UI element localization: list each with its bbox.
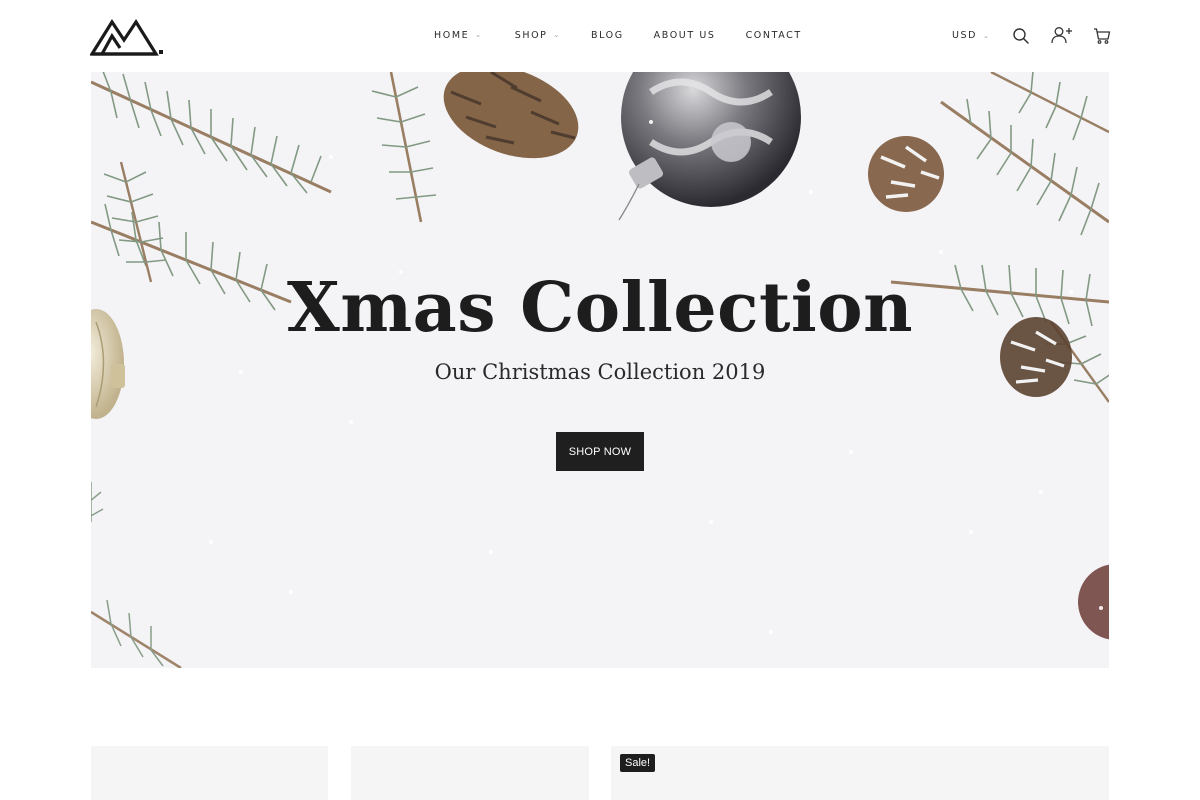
product-card[interactable] bbox=[351, 746, 589, 800]
hero-subtitle: Our Christmas Collection 2019 bbox=[434, 360, 766, 384]
main-nav: HOME ⌄ SHOP ⌄ BLOG ABOUT US CONTACT bbox=[434, 30, 802, 41]
nav-shop[interactable]: SHOP ⌄ bbox=[515, 30, 561, 41]
chevron-down-icon: ⌄ bbox=[983, 31, 991, 40]
shop-now-button[interactable]: SHOP NOW bbox=[556, 432, 644, 471]
add-user-icon[interactable] bbox=[1051, 26, 1073, 44]
hero-title: Xmas Collection bbox=[286, 268, 914, 348]
hero-banner: Xmas Collection Our Christmas Collection… bbox=[91, 72, 1109, 668]
nav-contact[interactable]: CONTACT bbox=[746, 30, 802, 41]
product-card[interactable] bbox=[91, 746, 328, 800]
nav-shop-label: SHOP bbox=[514, 30, 548, 41]
currency-selector[interactable]: USD ⌄ bbox=[952, 30, 991, 41]
chevron-down-icon: ⌄ bbox=[553, 31, 561, 39]
search-icon[interactable] bbox=[1012, 27, 1030, 45]
brand-logo[interactable] bbox=[90, 16, 166, 58]
product-card[interactable]: Sale! bbox=[611, 746, 1109, 800]
nav-home[interactable]: HOME ⌄ bbox=[434, 30, 483, 41]
nav-about-us[interactable]: ABOUT US bbox=[654, 30, 716, 41]
nav-home-label: HOME bbox=[434, 30, 470, 41]
nav-contact-label: CONTACT bbox=[745, 30, 802, 41]
cart-icon[interactable] bbox=[1093, 27, 1111, 45]
site-header: HOME ⌄ SHOP ⌄ BLOG ABOUT US CONTACT USD … bbox=[0, 0, 1200, 72]
currency-label: USD bbox=[952, 30, 978, 41]
chevron-down-icon: ⌄ bbox=[475, 31, 483, 39]
nav-blog-label: BLOG bbox=[590, 30, 624, 41]
sale-badge: Sale! bbox=[620, 754, 656, 772]
pine-cone-right bbox=[868, 136, 944, 212]
nav-blog[interactable]: BLOG bbox=[591, 30, 624, 41]
nav-about-us-label: ABOUT US bbox=[653, 30, 716, 41]
